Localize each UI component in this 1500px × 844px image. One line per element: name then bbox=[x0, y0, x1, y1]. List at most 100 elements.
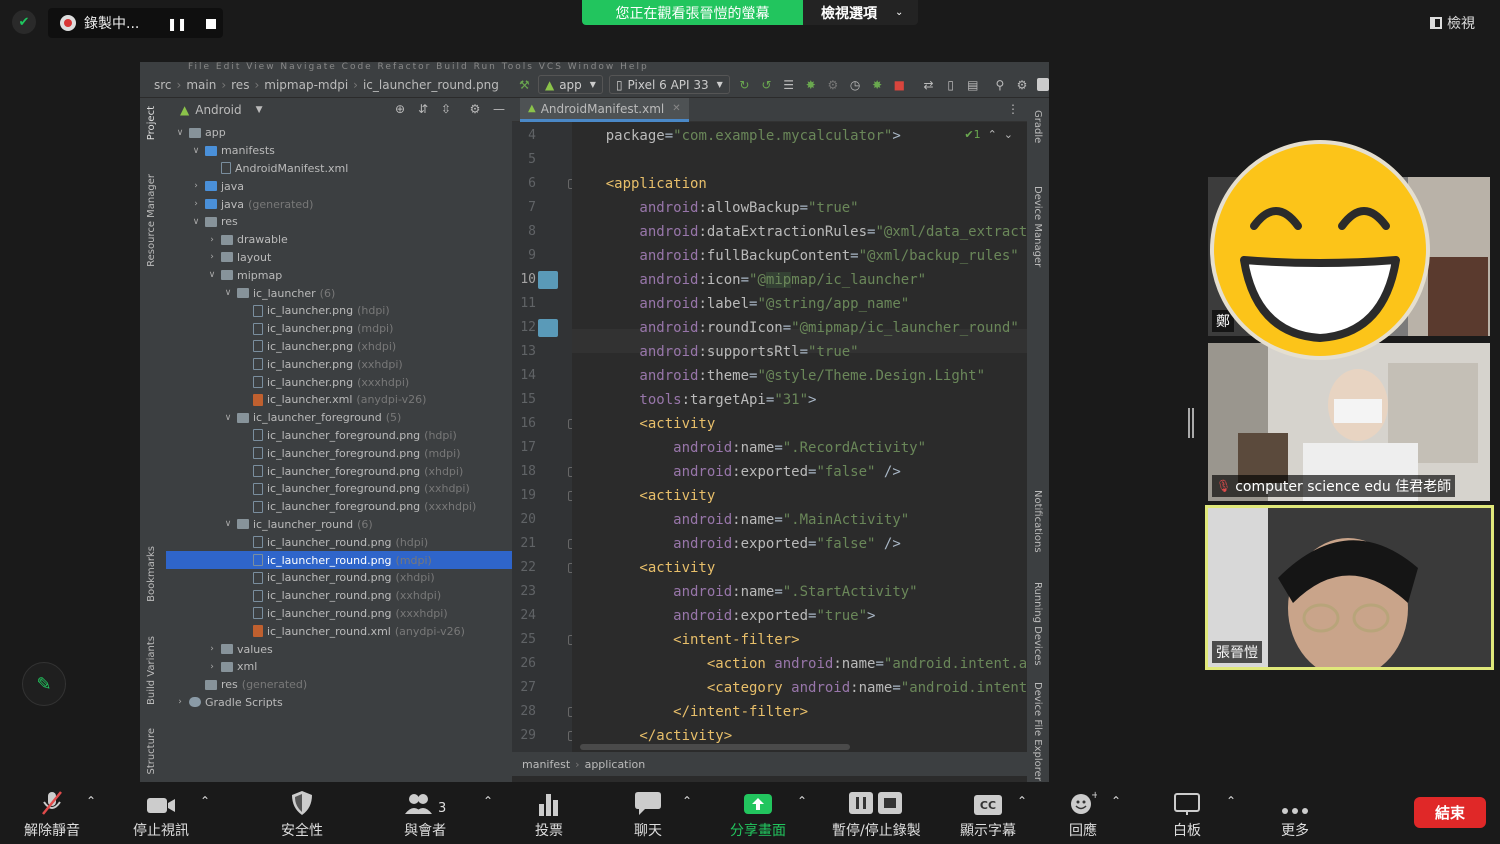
code-editor[interactable]: ✔1 ⌃ ⌄ package="com.example.mycalculator… bbox=[572, 122, 1027, 752]
tree-item[interactable]: ∨ ic_launcher_round (6) bbox=[166, 516, 512, 534]
coverage-icon[interactable]: ✸ bbox=[870, 77, 885, 93]
attach-debugger-icon[interactable]: ⚙ bbox=[825, 77, 840, 93]
collapse-all-icon[interactable]: ⇳ bbox=[438, 102, 454, 118]
chevron-right-icon[interactable]: › bbox=[190, 199, 202, 209]
tree-item[interactable]: › Gradle Scripts bbox=[166, 694, 512, 712]
chat-button[interactable]: 聊天 bbox=[634, 790, 662, 840]
tree-item[interactable]: ∨ app bbox=[166, 124, 512, 142]
tool-project[interactable]: Project bbox=[146, 106, 157, 140]
tool-notifications[interactable]: Notifications bbox=[1032, 490, 1043, 553]
tab-android-manifest[interactable]: ▲ AndroidManifest.xml ✕ bbox=[520, 98, 689, 122]
stop-recording-icon[interactable] bbox=[201, 14, 221, 34]
breadcrumb-mipmap-mdpi[interactable]: mipmap-mdpi bbox=[264, 78, 348, 92]
status-crumb-manifest[interactable]: manifest bbox=[522, 758, 570, 771]
tree-item[interactable]: ic_launcher.png (xxxhdpi) bbox=[166, 373, 512, 391]
chevron-down-icon[interactable]: ∨ bbox=[190, 217, 202, 227]
tree-item[interactable]: ∨ mipmap bbox=[166, 266, 512, 284]
expand-all-icon[interactable]: ⇵ bbox=[415, 102, 431, 118]
tree-item[interactable]: ic_launcher_round.png (xxhdpi) bbox=[166, 587, 512, 605]
chevron-down-icon[interactable]: ∨ bbox=[206, 270, 218, 280]
inspection-widget[interactable]: ✔1 ⌃ ⌄ bbox=[964, 128, 1013, 141]
run-config-select[interactable]: ▲ app ▼ bbox=[537, 75, 603, 94]
tree-item[interactable]: ic_launcher_round.xml (anydpi-v26) bbox=[166, 622, 512, 640]
captions-button[interactable]: CC 顯示字幕 bbox=[960, 790, 1016, 840]
tree-item[interactable]: ic_launcher.png (hdpi) bbox=[166, 302, 512, 320]
chevron-right-icon[interactable]: › bbox=[206, 662, 218, 672]
chevron-right-icon[interactable]: › bbox=[190, 181, 202, 191]
tree-item[interactable]: ic_launcher.png (xxhdpi) bbox=[166, 355, 512, 373]
chevron-down-icon[interactable]: ∨ bbox=[190, 146, 202, 156]
chevron-down-icon[interactable]: ∨ bbox=[222, 413, 234, 423]
tree-item[interactable]: ic_launcher_foreground.png (xhdpi) bbox=[166, 462, 512, 480]
profile-icon[interactable]: ◷ bbox=[848, 77, 863, 93]
tree-item[interactable]: ic_launcher_round.png (hdpi) bbox=[166, 533, 512, 551]
breadcrumb-file[interactable]: ic_launcher_round.png bbox=[363, 78, 499, 92]
device-select[interactable]: ▯ Pixel 6 API 33 ▼ bbox=[608, 75, 730, 94]
minimize-icon[interactable]: — bbox=[491, 102, 507, 118]
share-caret-icon[interactable]: ⌃ bbox=[797, 794, 807, 808]
breadcrumb-src[interactable]: src bbox=[154, 78, 172, 92]
participants-button[interactable]: 3 與會者 bbox=[404, 790, 446, 840]
ide-menu-bar[interactable]: File Edit View Navigate Code Refactor Bu… bbox=[140, 62, 1049, 72]
tree-item[interactable]: ic_launcher_round.png (xhdpi) bbox=[166, 569, 512, 587]
annotate-pen-icon[interactable]: ✎ bbox=[22, 662, 66, 706]
stop-icon[interactable]: ■ bbox=[892, 77, 907, 93]
sync-gradle-icon[interactable]: ⇄ bbox=[921, 77, 936, 93]
end-meeting-button[interactable]: 結束 bbox=[1414, 797, 1486, 828]
tree-item[interactable]: ic_launcher_foreground.png (hdpi) bbox=[166, 427, 512, 445]
whiteboard-caret-icon[interactable]: ⌃ bbox=[1226, 794, 1236, 808]
stop-video-button[interactable]: 停止視訊 bbox=[133, 790, 189, 840]
launcher-icon-preview[interactable] bbox=[538, 271, 558, 289]
chevron-right-icon[interactable]: › bbox=[174, 697, 186, 707]
locate-icon[interactable]: ⊕ bbox=[392, 102, 408, 118]
tree-item[interactable]: ic_launcher.png (xhdpi) bbox=[166, 338, 512, 356]
tree-item[interactable]: res (generated) bbox=[166, 676, 512, 694]
launcher-icon-preview[interactable] bbox=[538, 319, 558, 337]
tree-item[interactable]: ic_launcher.xml (anydpi-v26) bbox=[166, 391, 512, 409]
pause-recording-icon[interactable]: ❚❚ bbox=[167, 14, 187, 34]
view-layout-button[interactable]: 檢視 bbox=[1430, 12, 1490, 34]
breadcrumb-main[interactable]: main bbox=[186, 78, 216, 92]
account-icon[interactable] bbox=[1036, 78, 1049, 91]
chevron-right-icon[interactable]: › bbox=[206, 252, 218, 262]
build-hammer-icon[interactable]: ⚒ bbox=[517, 77, 532, 93]
tree-item[interactable]: ∨ ic_launcher_foreground (5) bbox=[166, 409, 512, 427]
participants-caret-icon[interactable]: ⌃ bbox=[483, 794, 493, 808]
breadcrumb-res[interactable]: res bbox=[231, 78, 249, 92]
reactions-button[interactable]: + 回應 bbox=[1069, 790, 1097, 840]
tool-resource-manager[interactable]: Resource Manager bbox=[146, 174, 157, 267]
tool-device-file-explorer[interactable]: Device File Explorer bbox=[1032, 682, 1043, 781]
unmute-button[interactable]: 解除靜音 bbox=[24, 790, 80, 840]
tree-item[interactable]: ic_launcher_foreground.png (xxhdpi) bbox=[166, 480, 512, 498]
panel-resize-handle[interactable] bbox=[1188, 408, 1194, 438]
tree-item[interactable]: ∨ res bbox=[166, 213, 512, 231]
security-button[interactable]: 安全性 bbox=[281, 790, 323, 840]
tree-item[interactable]: › java bbox=[166, 177, 512, 195]
settings-gear-icon[interactable]: ⚙ bbox=[1014, 77, 1029, 93]
reactions-caret-icon[interactable]: ⌃ bbox=[1111, 794, 1121, 808]
more-vertical-icon[interactable]: ⋮ bbox=[1007, 102, 1019, 116]
video-options-caret-icon[interactable]: ⌃ bbox=[200, 794, 210, 808]
captions-caret-icon[interactable]: ⌃ bbox=[1017, 794, 1027, 808]
tool-running-devices[interactable]: Running Devices bbox=[1032, 582, 1043, 666]
horizontal-scrollbar[interactable] bbox=[580, 744, 850, 750]
chevron-down-icon[interactable]: ∨ bbox=[174, 128, 186, 138]
tool-build-variants[interactable]: Build Variants bbox=[146, 636, 157, 705]
search-icon[interactable]: ⚲ bbox=[992, 77, 1007, 93]
tree-item[interactable]: › drawable bbox=[166, 231, 512, 249]
chevron-down-icon[interactable]: ∨ bbox=[222, 519, 234, 529]
security-shield-icon[interactable]: ✔ bbox=[12, 10, 36, 34]
pause-stop-recording-button[interactable]: 暫停/停止錄製 bbox=[832, 790, 921, 840]
apply-changes-icon[interactable]: ↺ bbox=[759, 77, 774, 93]
dropdown-arrow-icon[interactable]: ▼ bbox=[256, 105, 263, 115]
tree-item[interactable]: › java (generated) bbox=[166, 195, 512, 213]
tree-item[interactable]: ic_launcher_round.png (mdpi) bbox=[166, 551, 512, 569]
tree-item[interactable]: ∨ ic_launcher (6) bbox=[166, 284, 512, 302]
whiteboard-button[interactable]: 白板 bbox=[1173, 790, 1201, 840]
sdk-manager-icon[interactable]: ▤ bbox=[965, 77, 980, 93]
tree-item[interactable]: ic_launcher_foreground.png (mdpi) bbox=[166, 444, 512, 462]
tool-structure[interactable]: Structure bbox=[146, 728, 157, 775]
audio-options-caret-icon[interactable]: ⌃ bbox=[86, 794, 96, 808]
close-icon[interactable]: ✕ bbox=[672, 103, 680, 114]
chevron-right-icon[interactable]: › bbox=[206, 235, 218, 245]
